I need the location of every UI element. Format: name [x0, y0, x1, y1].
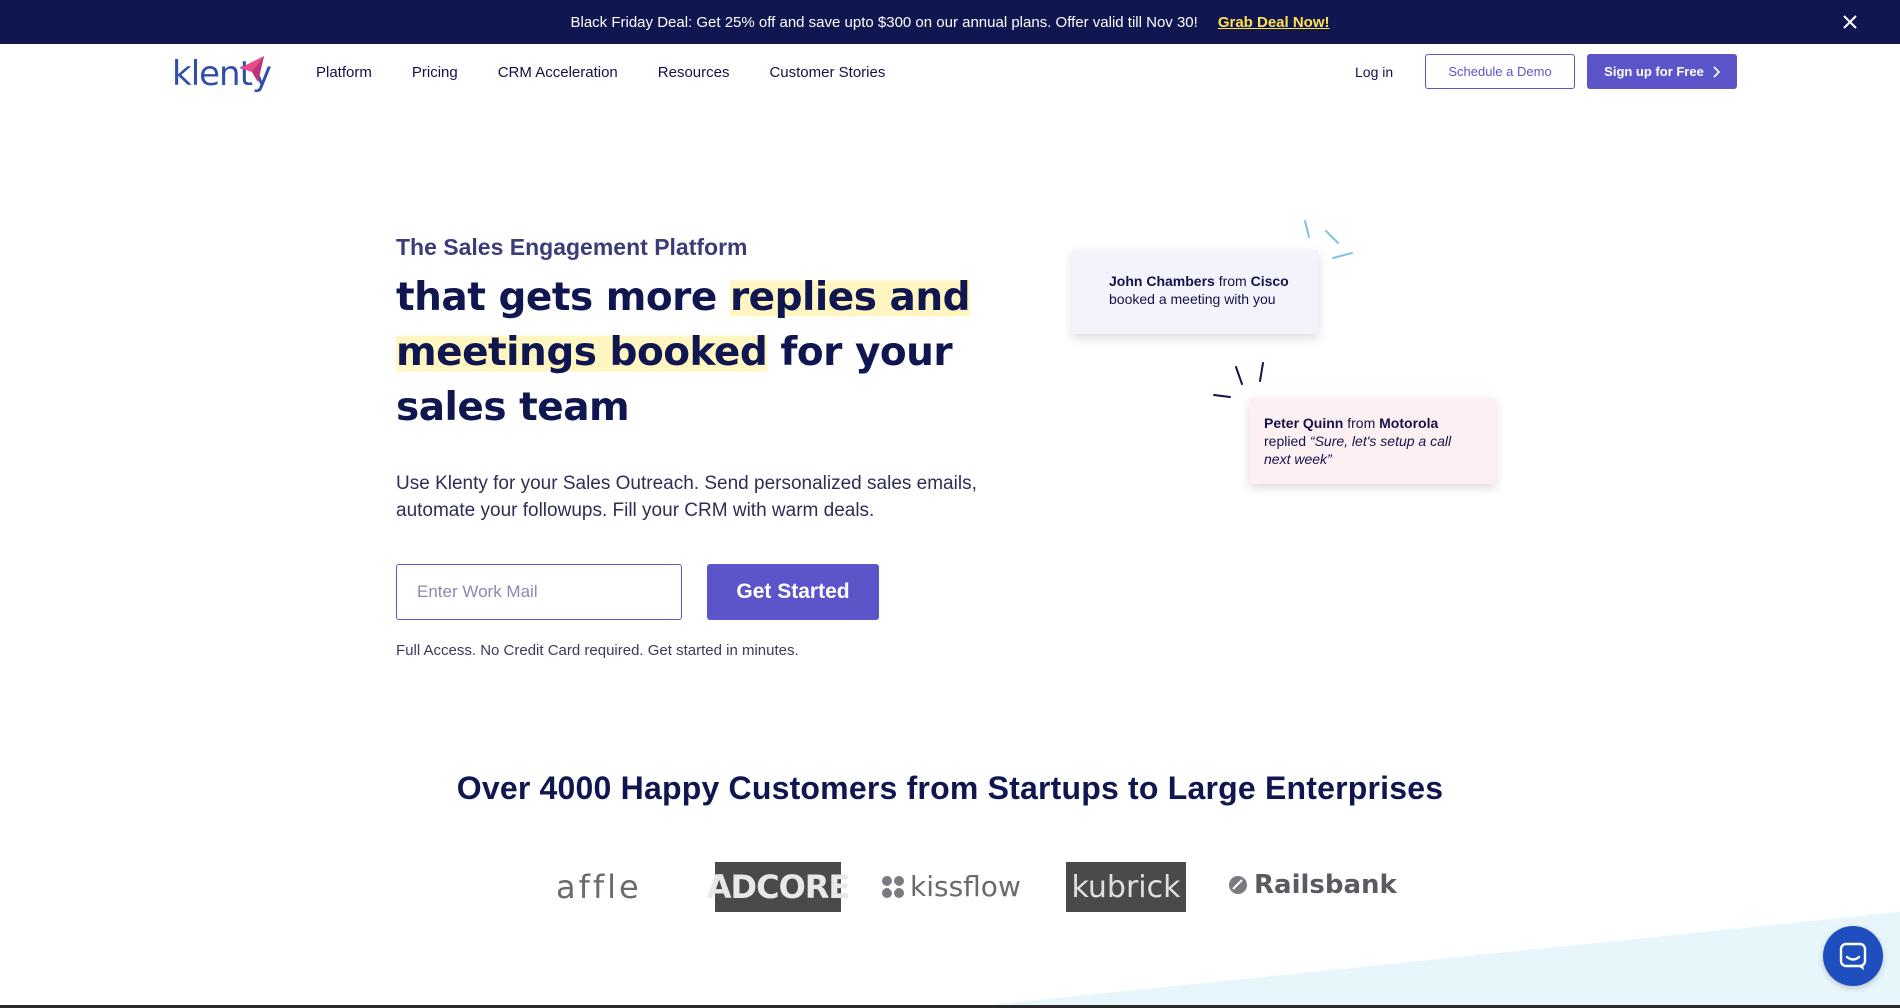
adcore-text: ADCORE	[706, 868, 851, 906]
card2-line1: Peter Quinn from Motorola	[1264, 414, 1496, 432]
login-link[interactable]: Log in	[1355, 64, 1393, 80]
nav-resources[interactable]: Resources	[658, 64, 730, 81]
chat-icon	[1839, 942, 1867, 970]
railsbank-mark-icon	[1229, 876, 1247, 894]
klenty-logo[interactable]: klenty	[172, 54, 272, 100]
kubrick-logo: kubrick	[1066, 862, 1186, 912]
hero-fineprint: Full Access. No Credit Card required. Ge…	[396, 642, 799, 659]
work-email-input[interactable]	[396, 564, 682, 620]
get-started-button[interactable]: Get Started	[707, 564, 879, 620]
kissflow-mark-icon	[882, 875, 904, 898]
card1-text: booked a meeting with you	[1109, 291, 1276, 307]
site-header: klenty Platform Pricing CRM Acceleration…	[0, 44, 1900, 104]
grab-deal-link[interactable]: Grab Deal Now!	[1218, 14, 1330, 31]
nav-platform[interactable]: Platform	[316, 64, 372, 81]
railsbank-text: Railsbank	[1254, 870, 1397, 900]
signup-label: Sign up for Free	[1604, 64, 1704, 79]
close-icon[interactable]	[1840, 12, 1860, 32]
card1-name: John Chambers	[1109, 273, 1215, 289]
headline-highlight-1: replies and	[729, 275, 971, 320]
chevron-right-icon	[1713, 65, 1720, 78]
card2-body: replied “Sure, let's setup a call next w…	[1264, 432, 1464, 468]
promo-bar: Black Friday Deal: Get 25% off and save …	[0, 0, 1900, 44]
schedule-demo-label: Schedule a Demo	[1448, 64, 1552, 79]
customers-title: Over 4000 Happy Customers from Startups …	[456, 770, 1444, 806]
card2-replied: replied	[1264, 433, 1310, 449]
nav-pricing[interactable]: Pricing	[412, 64, 458, 81]
kissflow-logo: kissflow	[880, 870, 1021, 903]
adcore-logo: ADCORE	[707, 862, 850, 912]
kissflow-text: kissflow	[910, 870, 1021, 903]
card2-company: Motorola	[1379, 415, 1439, 431]
hero-eyebrow: The Sales Engagement Platform	[396, 234, 748, 260]
schedule-demo-button[interactable]: Schedule a Demo	[1425, 54, 1575, 89]
affle-logo: affle	[556, 868, 642, 906]
customer-logos: affle ADCORE kissflow kubrick Railsbank	[0, 860, 1900, 916]
notification-card-motorola: Peter Quinn from Motorola replied “Sure,…	[1250, 398, 1496, 484]
main-nav: Platform Pricing CRM Acceleration Resour…	[316, 64, 885, 81]
headline-part1: that gets more	[396, 275, 730, 320]
railsbank-logo: Railsbank	[1228, 870, 1397, 900]
card2-name: Peter Quinn	[1264, 415, 1344, 431]
nav-customer-stories[interactable]: Customer Stories	[769, 64, 885, 81]
kubrick-text: kubrick	[1071, 869, 1181, 905]
get-started-label: Get Started	[736, 580, 850, 603]
chat-widget-button[interactable]	[1823, 926, 1883, 986]
nav-crm-acceleration[interactable]: CRM Acceleration	[498, 64, 618, 81]
notification-card-cisco: John Chambers from Cisco booked a meetin…	[1072, 250, 1318, 334]
card1-company: Cisco	[1250, 273, 1289, 289]
headline-highlight-2: meetings booked	[396, 330, 768, 375]
card1-line1: John Chambers from Cisco	[1109, 272, 1318, 290]
hero-headline: that gets more replies and meetings booke…	[396, 270, 1056, 435]
signup-button[interactable]: Sign up for Free	[1587, 54, 1737, 89]
hero-subtext: Use Klenty for your Sales Outreach. Send…	[396, 473, 977, 521]
card1-from: from	[1214, 273, 1251, 289]
card2-from: from	[1343, 415, 1380, 431]
promo-message: Black Friday Deal: Get 25% off and save …	[570, 13, 1198, 31]
klenty-logo-icon	[240, 56, 264, 82]
